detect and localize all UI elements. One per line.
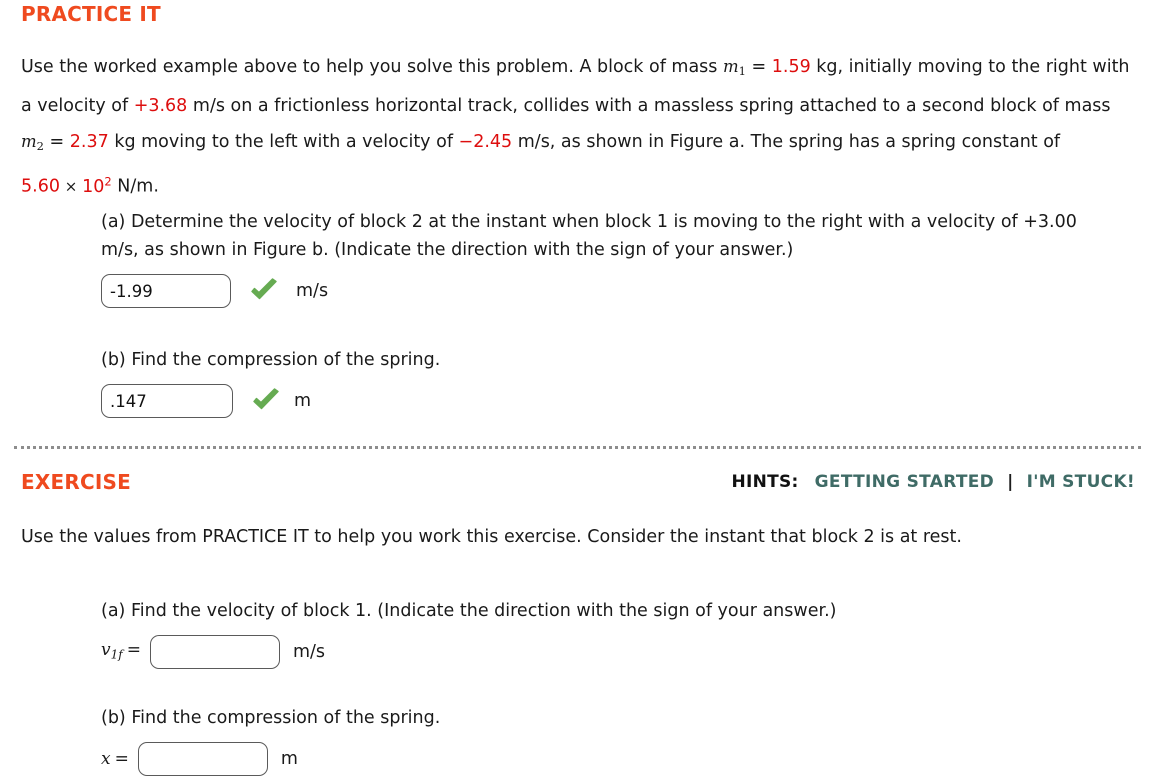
problem-text-segment-4: kg moving to the left with a velocity of bbox=[108, 132, 459, 153]
mass-2-value: 2.37 bbox=[69, 132, 109, 153]
problem-text-segment-3: m/s on a frictionless horizontal track, … bbox=[187, 96, 1111, 117]
practice-part-a-answer-row: m/s bbox=[101, 274, 1113, 308]
hints-bar: HINTS: GETTING STARTED | I'M STUCK! bbox=[731, 472, 1135, 492]
problem-text-segment-6: N/m. bbox=[111, 176, 159, 197]
exercise-part-b-input[interactable] bbox=[137, 742, 268, 776]
practice-problem-statement: Use the worked example above to help you… bbox=[21, 49, 1131, 205]
practice-part-b-question: (b) Find the compression of the spring. bbox=[101, 350, 441, 370]
mass-1-value: 1.59 bbox=[771, 57, 811, 77]
exercise-part-b: (b) Find the compression of the spring. … bbox=[101, 704, 1113, 776]
exercise-part-b-unit: m bbox=[280, 749, 298, 769]
hints-label: HINTS: bbox=[731, 472, 799, 492]
velocity-1-value: +3.68 bbox=[133, 96, 188, 117]
mass-1-symbol: m1 bbox=[722, 57, 746, 79]
practice-part-b-unit: m bbox=[294, 391, 312, 411]
exercise-heading: EXERCISE bbox=[21, 470, 131, 494]
exercise-part-a-input[interactable] bbox=[149, 635, 280, 669]
im-stuck-link[interactable]: I'M STUCK! bbox=[1027, 472, 1135, 492]
section-divider bbox=[14, 446, 1141, 449]
equals-1: = bbox=[745, 57, 772, 77]
exercise-part-b-answer-row: x = m bbox=[101, 742, 1113, 776]
practice-it-heading: PRACTICE IT bbox=[21, 2, 161, 26]
exercise-part-b-label: x = bbox=[101, 749, 129, 769]
practice-part-a: (a) Determine the velocity of block 2 at… bbox=[101, 208, 1113, 308]
problem-text-segment-1: Use the worked example above to help you… bbox=[21, 57, 723, 77]
green-check-icon bbox=[251, 278, 277, 300]
practice-part-a-unit: m/s bbox=[296, 281, 329, 301]
spring-constant-mantissa: 5.60 bbox=[21, 176, 60, 197]
practice-part-b: (b) Find the compression of the spring. … bbox=[101, 346, 1113, 418]
exercise-part-a-unit: m/s bbox=[292, 642, 325, 662]
practice-exercise-page: PRACTICE IT Use the worked example above… bbox=[0, 0, 1149, 777]
practice-part-a-input[interactable] bbox=[101, 274, 231, 308]
equals-2: = bbox=[43, 132, 70, 153]
hints-separator: | bbox=[1007, 472, 1014, 492]
practice-part-a-question: (a) Determine the velocity of block 2 at… bbox=[101, 212, 1077, 260]
exercise-part-b-question: (b) Find the compression of the spring. bbox=[101, 708, 441, 728]
practice-part-b-answer-row: m bbox=[101, 384, 1113, 418]
getting-started-link[interactable]: GETTING STARTED bbox=[815, 472, 994, 492]
exercise-part-a: (a) Find the velocity of block 1. (Indic… bbox=[101, 597, 1113, 669]
problem-text-segment-5: m/s, as shown in Figure a. The spring ha… bbox=[512, 132, 1061, 153]
exercise-part-a-label: v1f = bbox=[101, 639, 141, 662]
exercise-part-a-answer-row: v1f = m/s bbox=[101, 635, 1113, 669]
velocity-2-value: −2.45 bbox=[458, 132, 513, 153]
spring-constant-power: 102 bbox=[82, 174, 112, 197]
mass-2-symbol: m2 bbox=[21, 132, 44, 154]
multiplication-sign: × bbox=[64, 177, 78, 196]
exercise-part-a-question: (a) Find the velocity of block 1. (Indic… bbox=[101, 601, 837, 621]
practice-part-b-input[interactable] bbox=[101, 384, 233, 418]
exercise-prompt: Use the values from PRACTICE IT to help … bbox=[21, 527, 962, 547]
green-check-icon bbox=[253, 388, 279, 410]
